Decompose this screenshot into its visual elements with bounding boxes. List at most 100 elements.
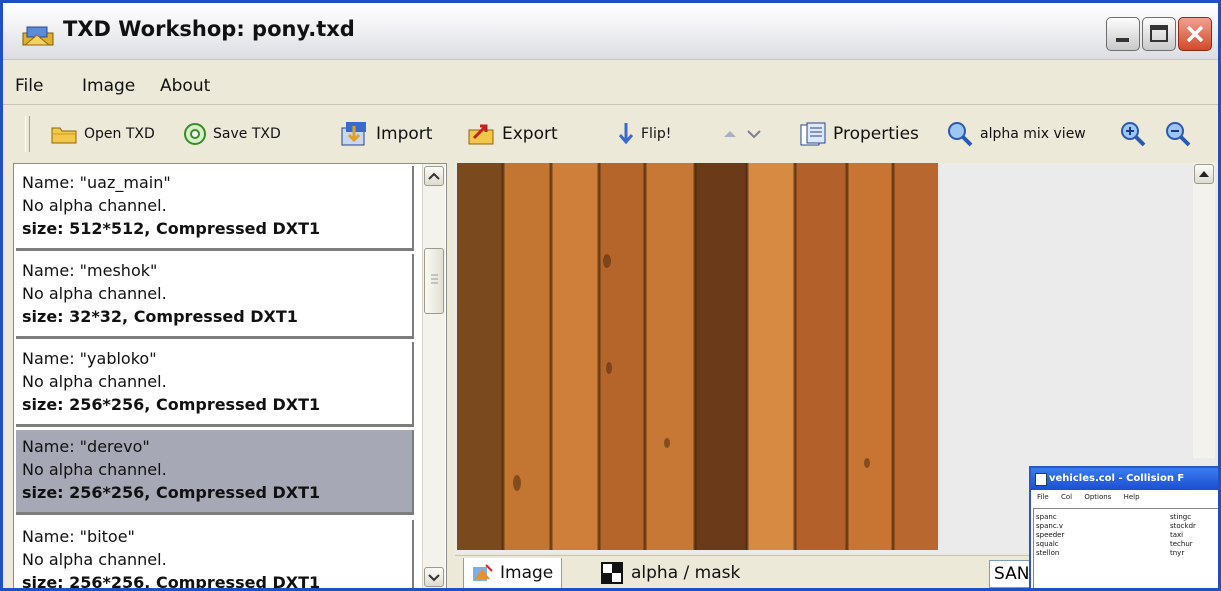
texture-alpha: No alpha channel. [22, 196, 167, 215]
texture-list[interactable]: Name: "uaz_main" No alpha channel. size:… [13, 163, 447, 591]
texture-list-scrollbar[interactable] [422, 164, 445, 588]
toolbar: Open TXD Save TXD Import Export Flip! Pr… [3, 109, 1218, 159]
collision-menu-help[interactable]: Help [1124, 493, 1140, 501]
list-item[interactable]: speeder [1036, 531, 1064, 539]
list-item[interactable]: taxi [1170, 531, 1183, 539]
save-txd-button[interactable]: Save TXD [183, 119, 281, 149]
texture-alpha: No alpha channel. [22, 284, 167, 303]
list-item[interactable]: spanc.v [1036, 522, 1063, 530]
tab-image[interactable]: Image [463, 558, 563, 588]
open-txd-label: Open TXD [84, 126, 155, 142]
window-title: TXD Workshop: pony.txd [63, 17, 355, 41]
open-txd-button[interactable]: Open TXD [50, 119, 155, 149]
texture-size: size: 256*256, Compressed DXT1 [22, 395, 321, 414]
texture-name: Name: "bitoe" [22, 527, 135, 546]
tab-alpha-mask-label: alpha / mask [631, 563, 741, 583]
close-icon [1186, 25, 1204, 43]
texture-name: Name: "yabloko" [22, 349, 157, 368]
chevron-up-icon [428, 172, 440, 180]
collision-menu-file[interactable]: File [1037, 493, 1049, 501]
tab-alpha-mask[interactable]: alpha / mask [601, 558, 740, 588]
image-view-scrollbar[interactable] [1193, 163, 1215, 458]
flip-button[interactable]: Flip! [617, 119, 671, 149]
image-scroll-up-button[interactable] [1194, 164, 1214, 184]
texture-item-meshok[interactable]: Name: "meshok" No alpha channel. size: 3… [16, 254, 414, 339]
collision-window-menu: File Col Options Help [1037, 493, 1150, 501]
collision-window-icon [1035, 473, 1047, 486]
triangle-up-icon [1199, 171, 1209, 177]
properties-label: Properties [833, 124, 919, 144]
texture-size: size: 512*512, Compressed DXT1 [22, 219, 321, 238]
texture-item-bitoe[interactable]: Name: "bitoe" No alpha channel. size: 25… [16, 520, 414, 591]
scroll-thumb[interactable] [424, 248, 444, 314]
texture-item-uaz-main[interactable]: Name: "uaz_main" No alpha channel. size:… [16, 166, 414, 251]
maximize-button[interactable] [1142, 17, 1176, 51]
save-txd-label: Save TXD [213, 126, 281, 142]
texture-preview-image [457, 163, 938, 550]
export-label: Export [502, 124, 558, 144]
texture-item-yabloko[interactable]: Name: "yabloko" No alpha channel. size: … [16, 342, 414, 427]
texture-name: Name: "meshok" [22, 261, 158, 280]
properties-icon [800, 122, 826, 146]
magnifier-icon [948, 122, 973, 147]
import-label: Import [376, 124, 433, 144]
list-item[interactable]: squalc [1036, 540, 1059, 548]
export-icon [468, 124, 494, 145]
list-item[interactable]: techur [1170, 540, 1193, 548]
texture-name: Name: "derevo" [22, 437, 150, 456]
scroll-down-button[interactable] [424, 567, 444, 587]
import-button[interactable]: Import [340, 119, 432, 149]
list-item[interactable]: stingc [1170, 513, 1191, 521]
import-icon [341, 122, 366, 146]
zoom-out-button[interactable] [1164, 119, 1192, 149]
app-window: TXD Workshop: pony.txd File Image About … [0, 0, 1221, 591]
image-icon [473, 564, 493, 581]
folder-icon [51, 127, 77, 144]
texture-alpha: No alpha channel. [22, 460, 167, 479]
app-icon [22, 26, 54, 46]
arrow-down-icon [618, 123, 634, 145]
properties-button[interactable]: Properties [799, 119, 919, 149]
triangle-up-icon [724, 131, 736, 137]
export-button[interactable]: Export [466, 119, 558, 149]
collision-file-window[interactable]: vehicles.col - Collision F File Col Opti… [1029, 466, 1218, 588]
collision-list[interactable]: spanc spanc.v speeder squalc stellon sti… [1033, 508, 1218, 588]
list-item[interactable]: stockdr [1170, 522, 1196, 530]
move-up-button[interactable] [721, 119, 739, 149]
list-item[interactable]: stellon [1036, 549, 1059, 557]
close-button[interactable] [1178, 17, 1212, 51]
menu-image[interactable]: Image [82, 76, 135, 96]
minimize-button[interactable] [1106, 17, 1140, 51]
zoom-in-icon [1121, 122, 1146, 147]
menu-file[interactable]: File [15, 76, 43, 96]
checker-icon [601, 562, 623, 584]
list-item[interactable]: tnyr [1170, 549, 1184, 557]
texture-item-derevo[interactable]: Name: "derevo" No alpha channel. size: 2… [16, 430, 414, 515]
scroll-up-button[interactable] [424, 166, 444, 186]
menu-about[interactable]: About [160, 76, 210, 96]
zoom-out-icon [1166, 122, 1191, 147]
alpha-mix-view-button[interactable]: alpha mix view [946, 119, 1086, 149]
alpha-mix-view-label: alpha mix view [980, 126, 1086, 142]
disc-icon [184, 123, 206, 145]
texture-size: size: 256*256, Compressed DXT1 [22, 483, 321, 502]
zoom-in-button[interactable] [1119, 119, 1147, 149]
tab-image-label: Image [500, 563, 554, 583]
minimize-icon [1116, 38, 1129, 42]
title-bar[interactable]: TXD Workshop: pony.txd [3, 3, 1218, 60]
toolbar-grip[interactable] [25, 116, 30, 152]
chevron-down-icon [428, 574, 440, 582]
move-down-button[interactable] [745, 119, 763, 149]
texture-size: size: 32*32, Compressed DXT1 [22, 307, 298, 326]
maximize-icon [1150, 25, 1168, 42]
texture-alpha: No alpha channel. [22, 550, 167, 569]
grip-icon [431, 274, 438, 284]
collision-menu-options[interactable]: Options [1084, 493, 1111, 501]
collision-menu-col[interactable]: Col [1061, 493, 1072, 501]
list-item[interactable]: spanc [1036, 513, 1057, 521]
flip-label: Flip! [641, 126, 672, 142]
texture-alpha: No alpha channel. [22, 372, 167, 391]
texture-name: Name: "uaz_main" [22, 173, 171, 192]
texture-size: size: 256*256, Compressed DXT1 [22, 573, 321, 591]
chevron-down-icon [747, 130, 761, 139]
